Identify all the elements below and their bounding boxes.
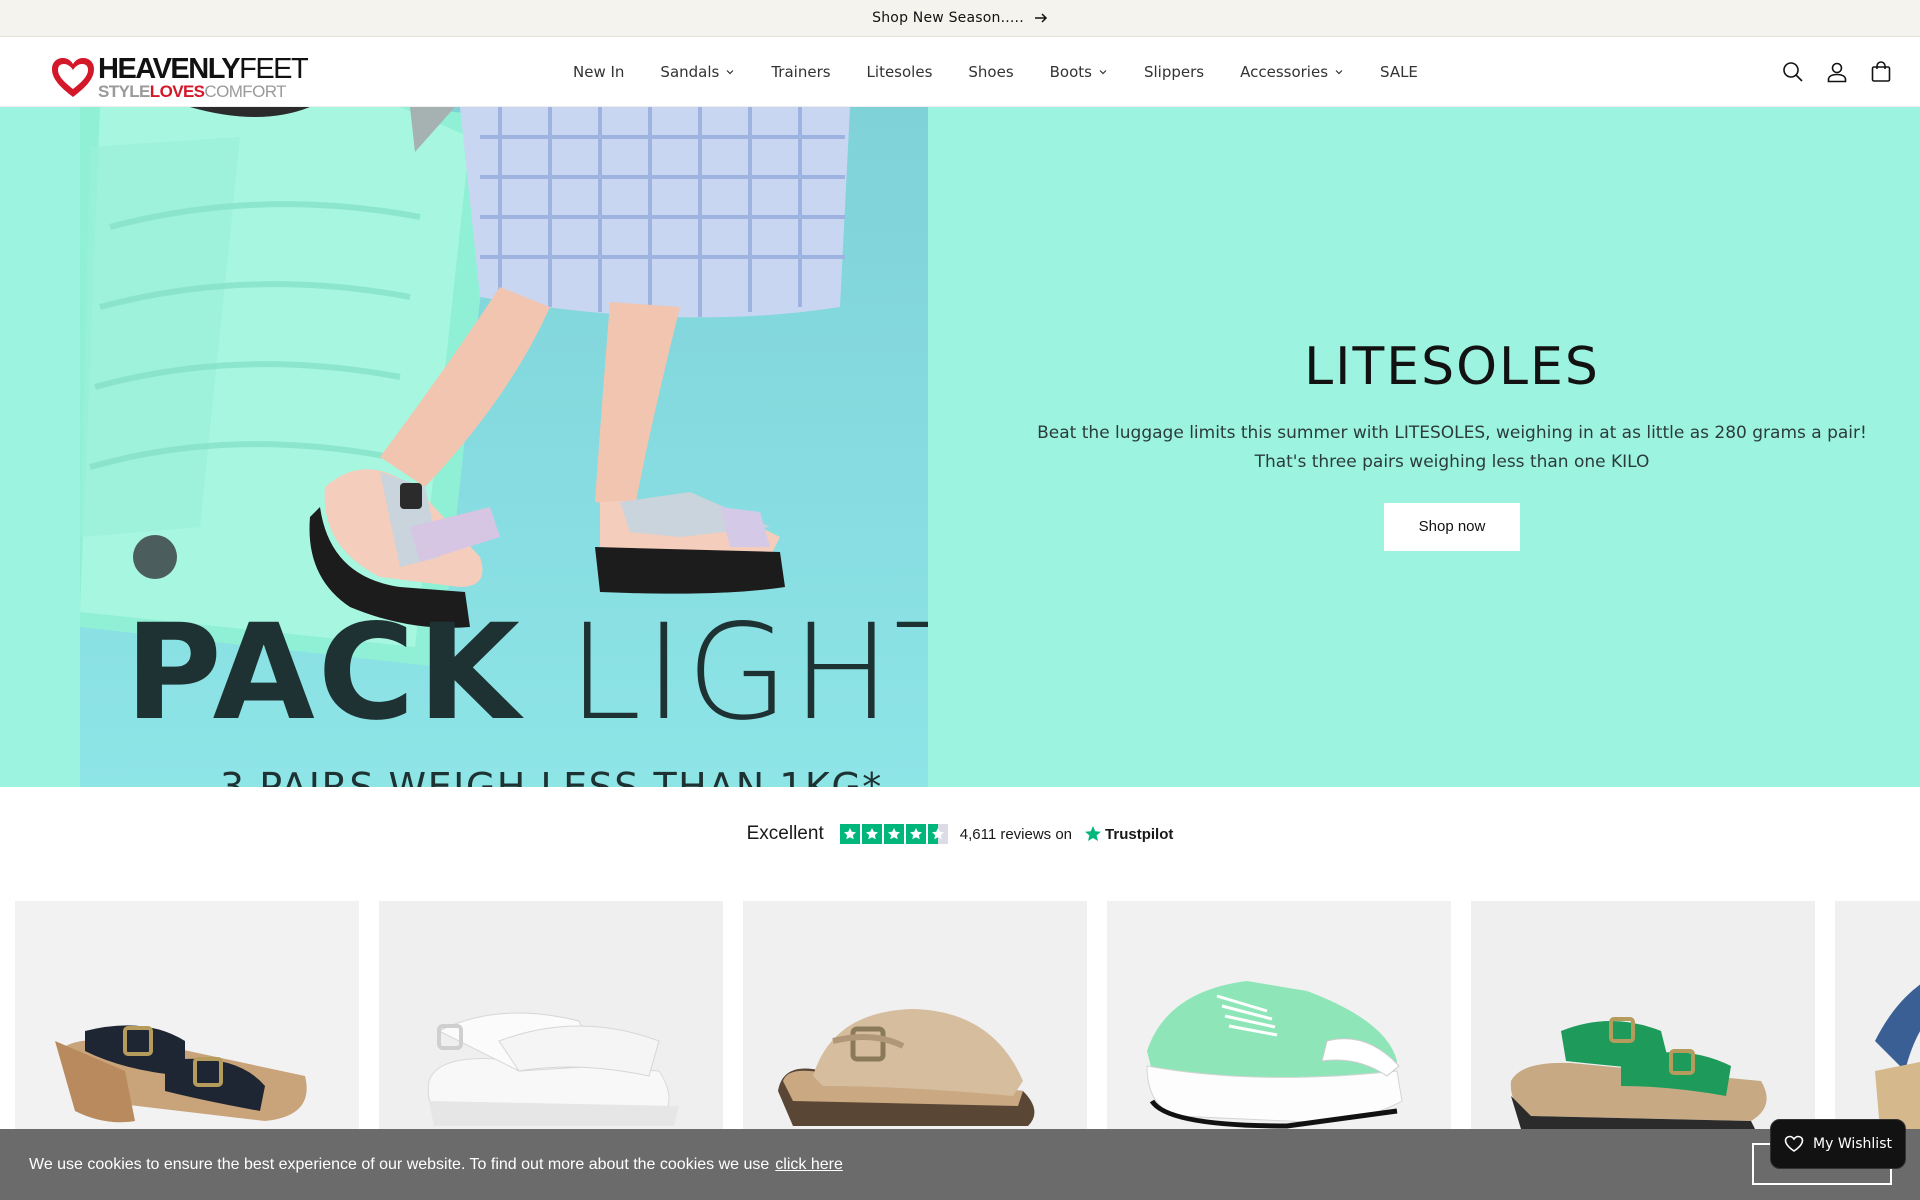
nav-label: Boots: [1049, 63, 1092, 81]
wishlist-label: My Wishlist: [1813, 1136, 1892, 1152]
product-image: [15, 901, 359, 1130]
product-card-mint-platform-trainer[interactable]: [1107, 901, 1451, 1130]
cookie-info-link[interactable]: click here: [775, 1156, 843, 1174]
account-icon[interactable]: [1826, 61, 1848, 83]
announcement-bar: Shop New Season.....: [0, 0, 1920, 37]
nav-item-slippers[interactable]: Slippers: [1126, 63, 1222, 81]
logo-word-feet: FEET: [239, 53, 309, 85]
site-header: HEAVENLYFEET STYLELOVESCOMFORT New In Sa…: [0, 37, 1920, 107]
nav-item-accessories[interactable]: Accessories: [1222, 63, 1362, 81]
announcement-link[interactable]: Shop New Season.....: [872, 10, 1048, 26]
logo-word-style: STYLE: [98, 82, 150, 101]
logo-word-comfort: COMFORT: [204, 82, 286, 101]
nav-item-new-in[interactable]: New In: [555, 63, 642, 81]
nav-item-boots[interactable]: Boots: [1032, 63, 1126, 81]
trustpilot-logo: Trustpilot: [1084, 825, 1173, 843]
nav-label: Slippers: [1143, 63, 1205, 81]
nav-label: Accessories: [1240, 63, 1329, 81]
logo-word-heavenly: HEAVENLY: [98, 53, 241, 85]
hero-content: LITESOLES Beat the luggage limits this s…: [1010, 337, 1894, 551]
trustpilot-rating-word: Excellent: [746, 823, 824, 844]
product-card-green-two-strap-sandal[interactable]: [1471, 901, 1815, 1130]
trustpilot-brand: Trustpilot: [1105, 825, 1174, 843]
trustpilot-stars: [839, 824, 948, 844]
nav-item-trainers[interactable]: Trainers: [753, 63, 848, 81]
trustpilot-review-count: 4,611 reviews on: [959, 825, 1073, 843]
star-icon: [883, 824, 904, 844]
trustpilot-widget[interactable]: Excellent 4,611 reviews on Trustpilot: [0, 820, 1920, 848]
logo-word-loves: LOVES: [149, 82, 205, 101]
site-logo[interactable]: HEAVENLYFEET STYLELOVESCOMFORT: [50, 53, 309, 101]
cookie-banner: We use cookies to ensure the best experi…: [0, 1129, 1920, 1200]
nav-item-sale[interactable]: SALE: [1362, 63, 1436, 81]
nav-label: Trainers: [771, 63, 831, 81]
nav-label: SALE: [1380, 63, 1418, 81]
nav-item-sandals[interactable]: Sandals: [642, 63, 753, 81]
star-icon: [839, 824, 860, 844]
hero-image-title: PACK LIGHT: [125, 607, 928, 739]
hero-description: Beat the luggage limits this summer with…: [1037, 423, 1867, 472]
cart-icon[interactable]: [1870, 61, 1892, 83]
product-image: [1471, 901, 1815, 1130]
cookie-text: We use cookies to ensure the best experi…: [29, 1155, 770, 1173]
nav-label: Shoes: [968, 63, 1014, 81]
hero-image-title-light: LIGHT: [567, 596, 928, 750]
product-card-beige-clog[interactable]: [743, 901, 1087, 1130]
product-image: [379, 901, 723, 1130]
hero-image-subtitle: 3 PAIRS WEIGH LESS THAN 1KG*: [220, 765, 883, 787]
half-star-icon: [927, 824, 948, 844]
heart-icon: [1784, 1135, 1804, 1152]
nav-item-shoes[interactable]: Shoes: [950, 63, 1031, 81]
arrow-right-icon: [1034, 13, 1047, 23]
nav-label: New In: [573, 63, 625, 81]
star-icon: [905, 824, 926, 844]
product-card-white-cross-strap-sandal[interactable]: [379, 901, 723, 1130]
hero-banner: PACK LIGHT 3 PAIRS WEIGH LESS THAN 1KG* …: [0, 107, 1920, 787]
nav-label: Litesoles: [866, 63, 933, 81]
trustpilot-star-icon: [1085, 826, 1102, 841]
header-icons: [1782, 37, 1892, 107]
nav-label: Sandals: [660, 63, 720, 81]
heart-logo-icon: [52, 57, 94, 97]
main-nav: New In Sandals Trainers Litesoles Shoes …: [555, 37, 1436, 107]
product-image: [1835, 901, 1920, 1130]
shop-now-button[interactable]: Shop now: [1384, 503, 1520, 551]
product-image: [743, 901, 1087, 1130]
chevron-down-icon: [726, 70, 734, 75]
hero-image[interactable]: PACK LIGHT 3 PAIRS WEIGH LESS THAN 1KG*: [80, 107, 928, 787]
nav-item-litesoles[interactable]: Litesoles: [849, 63, 951, 81]
search-icon[interactable]: [1782, 61, 1804, 83]
chevron-down-icon: [1335, 70, 1343, 75]
hero-heading: LITESOLES: [1304, 337, 1600, 397]
product-card-black-wedge-sandal[interactable]: [15, 901, 359, 1130]
chevron-down-icon: [1099, 70, 1107, 75]
product-image: [1107, 901, 1451, 1130]
announcement-text: Shop New Season.....: [872, 10, 1024, 26]
hero-image-title-bold: PACK: [125, 596, 523, 750]
star-icon: [861, 824, 882, 844]
product-card-blue-wedge-sandal[interactable]: [1835, 901, 1920, 1130]
wishlist-button[interactable]: My Wishlist: [1770, 1119, 1906, 1169]
product-carousel: [15, 901, 1920, 1130]
